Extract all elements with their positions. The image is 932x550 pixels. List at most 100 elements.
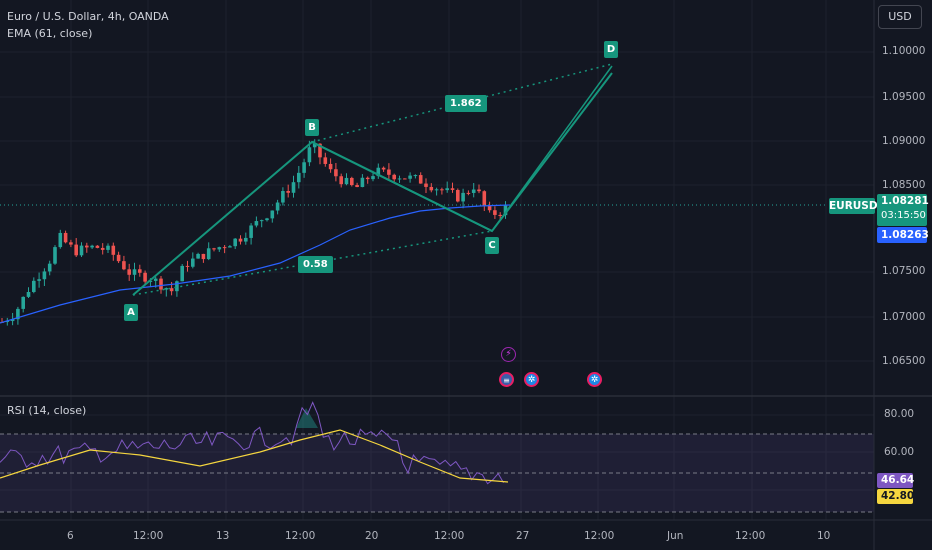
symbol-badge: EURUSD (829, 198, 878, 214)
candle-body (21, 296, 25, 309)
candle-body (244, 237, 248, 242)
ema-value-badge: 1.08263 (877, 227, 929, 243)
us-flag-icon[interactable]: ≡ (499, 372, 514, 387)
rsi-indicator-label[interactable]: RSI (14, close) (7, 404, 86, 417)
symbol-title: Euro / U.S. Dollar, 4h, OANDA (7, 10, 169, 23)
candle-body (79, 245, 84, 256)
pattern-legs (132, 72, 613, 296)
candle-body (111, 245, 116, 255)
candle-body (445, 188, 449, 191)
price-tick: 1.09500 (882, 91, 926, 103)
candle-body (265, 218, 269, 221)
price-tick: 1.08500 (882, 179, 926, 191)
time-tick: 10 (817, 530, 831, 542)
candle-body (487, 206, 492, 211)
candle-body (328, 163, 333, 170)
candle-body (259, 220, 264, 222)
candle-body (254, 221, 259, 226)
candle-body (270, 210, 275, 219)
candle-body (360, 177, 365, 188)
last-price-badge: 1.08281 03:15:50 (877, 194, 929, 226)
candle-body (307, 147, 312, 163)
candle-body (450, 188, 455, 190)
rsi-value-badge: 46.64 (877, 473, 914, 488)
candle-body (100, 247, 105, 250)
rsi-ma-badge: 42.80 (877, 489, 914, 504)
candle-body (334, 169, 338, 177)
ema-indicator-label[interactable]: EMA (61, close) (7, 27, 92, 40)
candle-body (228, 246, 232, 248)
candle-body (238, 238, 243, 242)
candle-body (206, 248, 211, 260)
last-price: 1.08281 (881, 195, 929, 207)
candle-body (63, 232, 68, 243)
currency-button[interactable]: USD (878, 5, 922, 29)
candle-body (85, 245, 89, 248)
candle-body (132, 269, 137, 275)
candle-body (466, 192, 471, 194)
lightning-icon[interactable]: ⚡ (501, 347, 516, 362)
time-tick: 12:00 (133, 530, 164, 542)
candle-body (434, 189, 439, 191)
candle-body (477, 189, 481, 192)
candle-body (201, 253, 206, 260)
candle-body (90, 245, 94, 248)
candle-body (26, 291, 31, 297)
pattern-point-c[interactable]: C (485, 237, 499, 254)
candle-body (32, 280, 36, 292)
candle-body (429, 186, 434, 191)
candle-body (212, 248, 216, 250)
candle-body (371, 176, 375, 180)
candle-body (344, 177, 349, 185)
candle-body (471, 189, 476, 193)
candle-body (180, 265, 184, 282)
candle-body (281, 191, 285, 203)
price-tick: 1.06500 (882, 355, 926, 367)
candle-body (286, 191, 290, 193)
candle-body (175, 281, 179, 292)
time-tick: 6 (67, 530, 74, 542)
candle-body (291, 182, 296, 193)
candle-body (381, 167, 386, 170)
candle-body (122, 261, 126, 270)
time-tick: 12:00 (735, 530, 766, 542)
rsi-tick: 60.00 (884, 446, 915, 458)
candles (0, 139, 828, 326)
price-chart-canvas[interactable] (0, 0, 932, 550)
candle-body (42, 271, 47, 280)
candle-body (456, 189, 460, 202)
ratio-label-ac[interactable]: 0.58 (298, 256, 333, 273)
candle-body (222, 247, 227, 249)
candle-body (392, 174, 396, 180)
candle-body (127, 269, 131, 275)
globe-icon[interactable]: ✲ (587, 372, 602, 387)
candle-body (413, 175, 418, 177)
pattern-point-b[interactable]: B (305, 119, 319, 136)
candle-body (191, 258, 195, 267)
time-tick: 27 (516, 530, 530, 542)
globe-icon[interactable]: ✲ (524, 372, 539, 387)
candle-body (53, 247, 57, 264)
candle-body (185, 265, 190, 267)
candle-body (138, 269, 142, 273)
candle-body (297, 172, 301, 183)
candle-body (461, 192, 465, 202)
candle-body (302, 162, 306, 173)
chart-app[interactable]: Euro / U.S. Dollar, 4h, OANDA EMA (61, c… (0, 0, 932, 550)
candle-body (275, 202, 280, 211)
candle-body (37, 279, 41, 281)
rsi-band (0, 433, 874, 513)
time-tick: Jun (667, 530, 684, 542)
candle-body (440, 189, 444, 191)
pattern-point-d[interactable]: D (604, 41, 618, 58)
time-tick: 20 (365, 530, 379, 542)
candle-body (493, 210, 497, 215)
candle-body (69, 242, 73, 245)
ratio-label-bd[interactable]: 1.862 (445, 95, 487, 112)
candle-body (424, 183, 428, 187)
candle-body (95, 245, 100, 248)
candle-body (58, 232, 63, 248)
candle-body (233, 238, 237, 247)
pattern-point-a[interactable]: A (124, 304, 138, 321)
candle-body (249, 225, 253, 238)
